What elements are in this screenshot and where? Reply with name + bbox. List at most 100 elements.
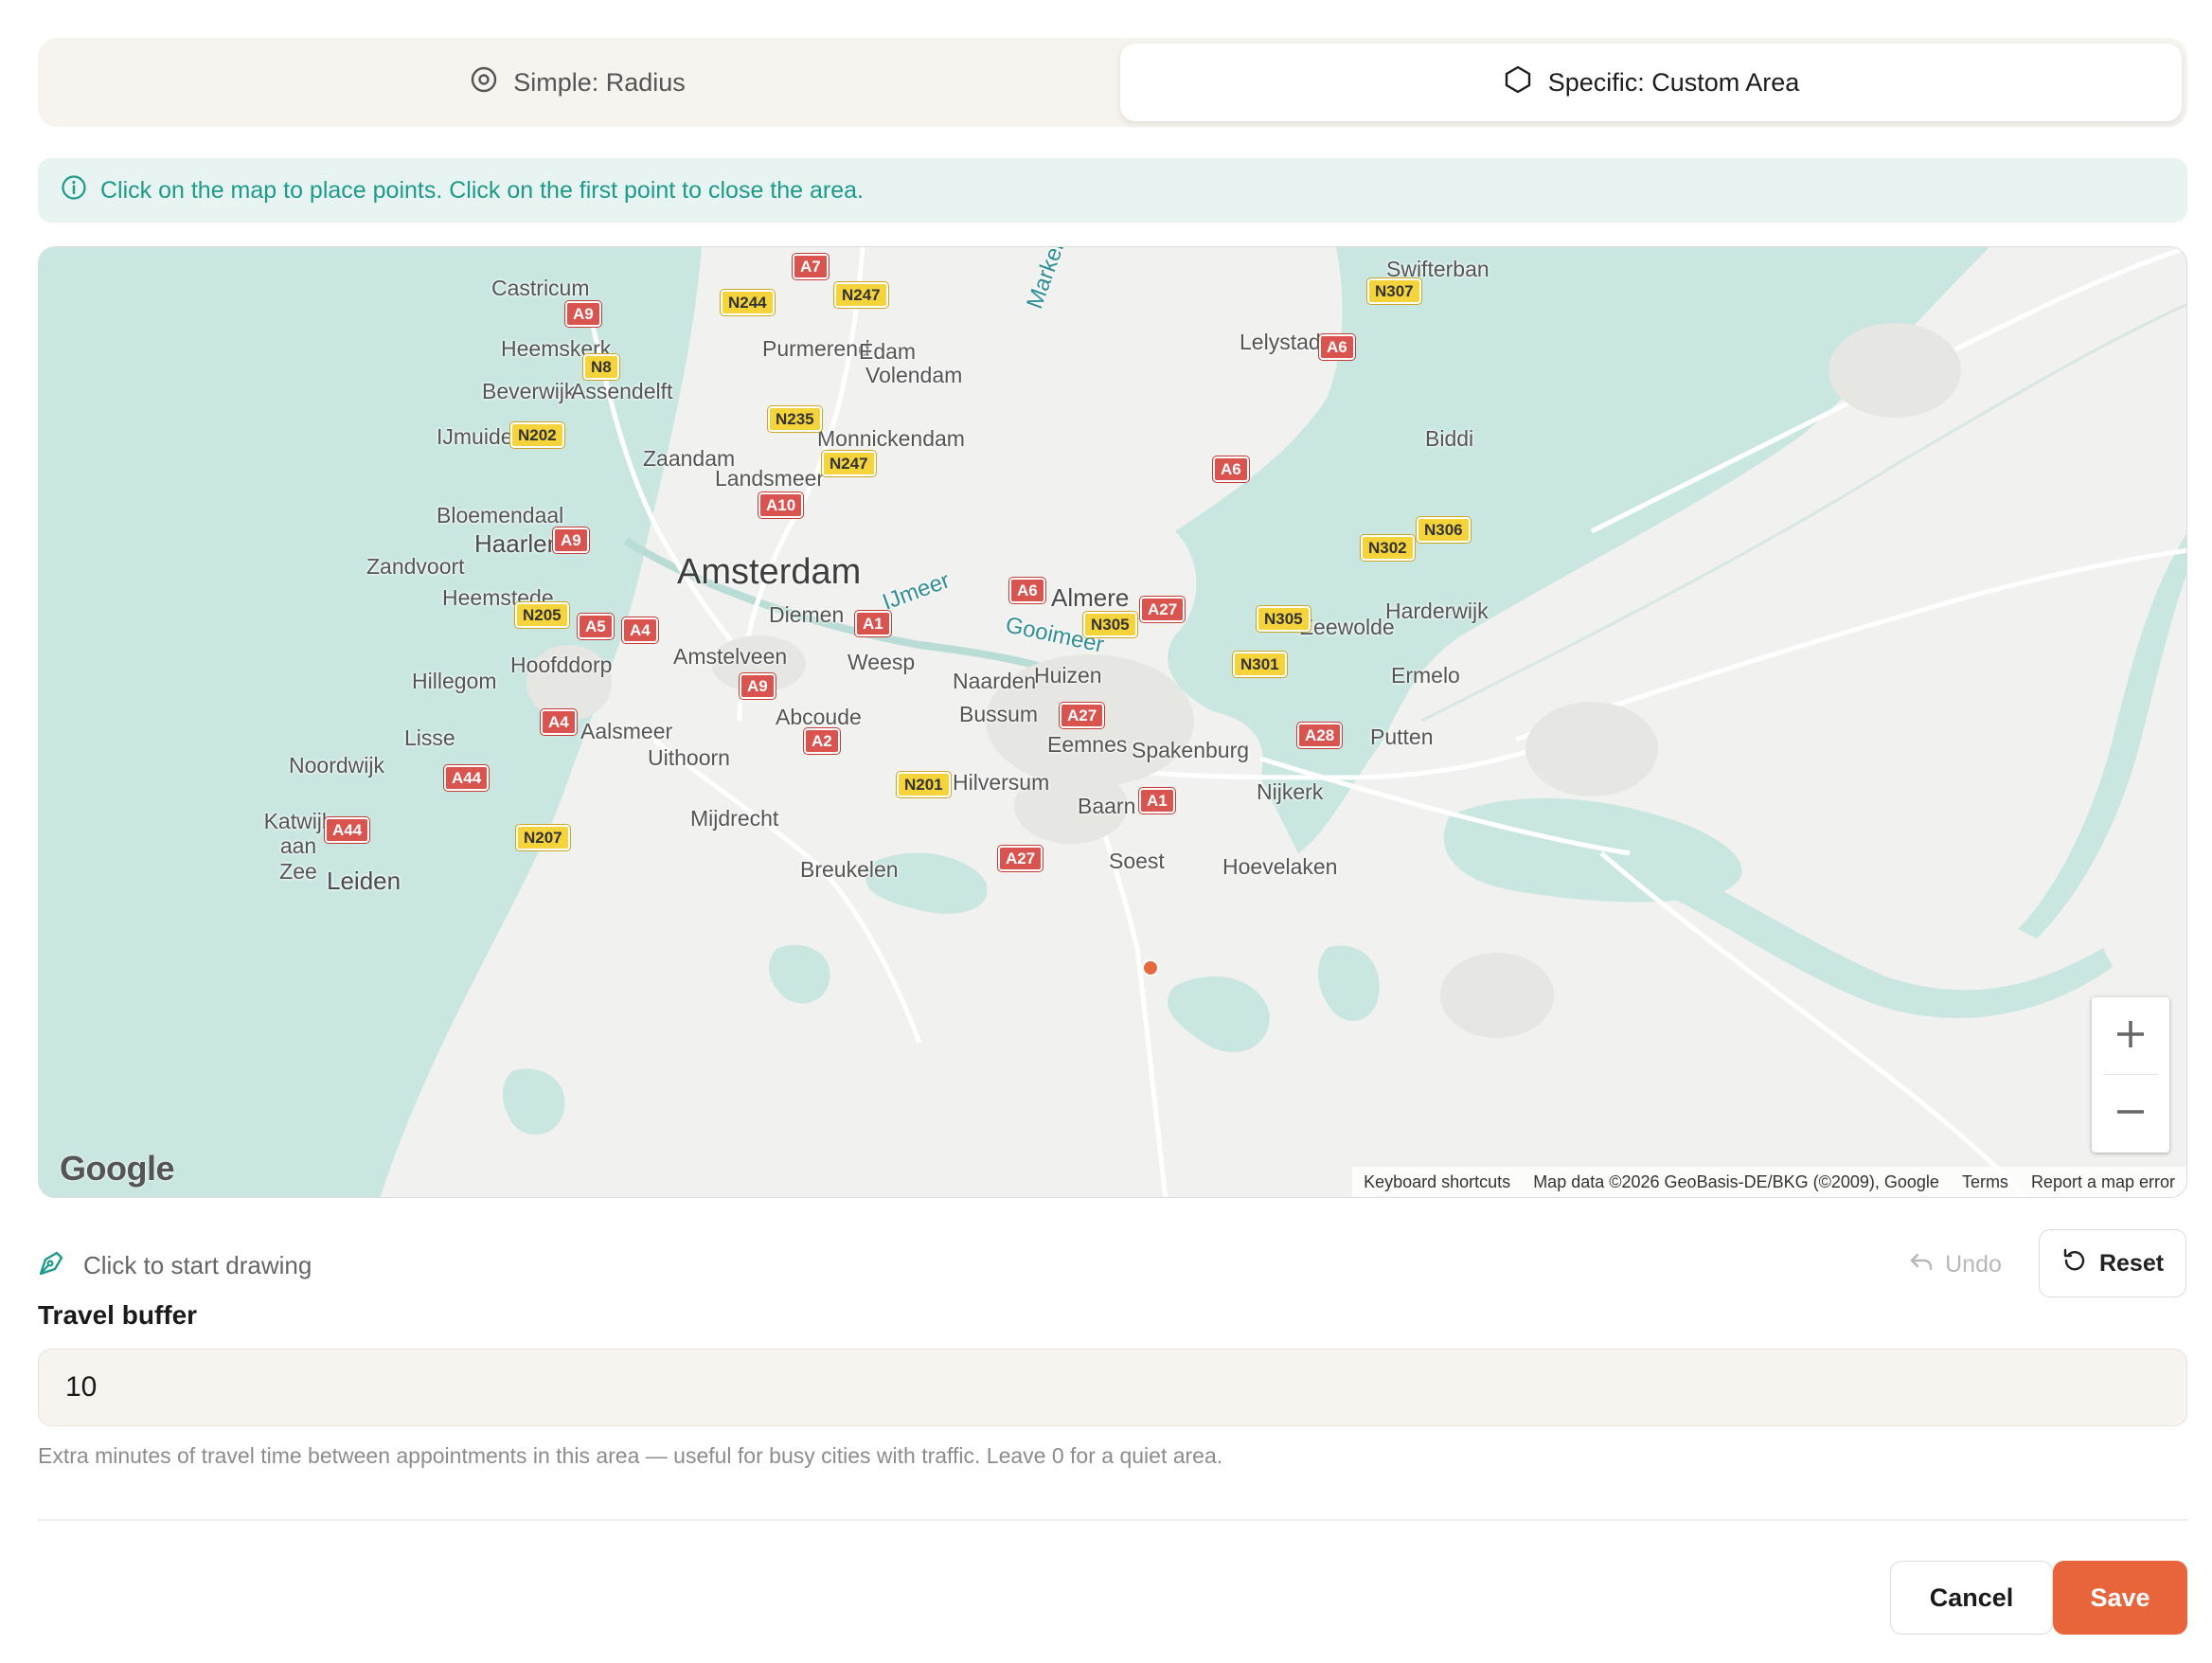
minus-icon (2114, 1095, 2148, 1134)
zoom-control (2092, 997, 2169, 1153)
road-shield: N8 (583, 354, 619, 380)
undo-icon (1909, 1249, 1934, 1280)
map-label-hillegom: Hillegom (412, 669, 497, 693)
drawing-hint: Click to start drawing (38, 1248, 312, 1283)
map-label-soest: Soest (1109, 849, 1165, 873)
map-label-naarden: Naarden (953, 669, 1037, 693)
reset-icon (2061, 1247, 2088, 1280)
road-shield: N301 (1233, 652, 1287, 677)
map-label-harderwijk: Harderwijk (1385, 599, 1489, 623)
map-label-edam: Edam (859, 339, 917, 364)
map-label-amstelveen: Amstelveen (673, 644, 788, 669)
map-label-ermelo: Ermelo (1391, 663, 1460, 688)
location-pin (1142, 959, 1159, 976)
map-label-putten: Putten (1370, 724, 1434, 749)
road-shield: A9 (565, 301, 601, 327)
report-map-error-link[interactable]: Report a map error (2020, 1172, 2186, 1192)
map-label-lelystad: Lelystad (1240, 330, 1321, 354)
map-label-noordwijk: Noordwijk (289, 753, 384, 778)
map-label-spakenburg: Spakenburg (1132, 738, 1250, 762)
keyboard-shortcuts-link[interactable]: Keyboard shortcuts (1352, 1172, 1522, 1192)
map-label-hoevelaken: Hoevelaken (1222, 854, 1338, 879)
road-shield: A9 (553, 528, 589, 553)
pen-tool-icon (38, 1248, 66, 1283)
tab-simple-radius[interactable]: Simple: Radius (44, 44, 1112, 121)
map-label-huizen: Huizen (1034, 663, 1102, 688)
zoom-in-button[interactable] (2092, 997, 2169, 1075)
map-label-uithoorn: Uithoorn (648, 745, 730, 770)
map-label-aalsmeer: Aalsmeer (580, 719, 673, 743)
road-shield: A4 (541, 709, 577, 735)
map-label-weesp: Weesp (847, 650, 916, 674)
map-label-biddi: Biddi (1425, 426, 1474, 451)
reset-button[interactable]: Reset (2039, 1229, 2186, 1297)
map-label-hoofddorp: Hoofddorp (510, 653, 613, 677)
road-shield: A6 (1213, 456, 1249, 482)
road-shield: A2 (804, 728, 840, 754)
map-base-layer (39, 247, 2186, 1197)
road-shield: N205 (515, 602, 569, 628)
road-shield: A6 (1319, 334, 1355, 360)
map-label-breukelen: Breukelen (800, 857, 899, 882)
travel-buffer-input[interactable] (38, 1349, 2187, 1426)
tab-label: Simple: Radius (513, 67, 686, 97)
road-shield: A6 (1009, 578, 1045, 603)
map-label-zandvoort: Zandvoort (366, 554, 465, 579)
road-shield: A27 (1140, 597, 1186, 622)
road-shield: A9 (740, 673, 776, 699)
drawing-hint-text: Click to start drawing (83, 1251, 312, 1279)
tab-label: Specific: Custom Area (1547, 67, 1800, 97)
area-mode-switch: Simple: Radius Specific: Custom Area (38, 38, 2187, 127)
map-label-mijdrecht: Mijdrecht (690, 806, 779, 831)
road-shield: N202 (510, 422, 564, 448)
map-label-lisse: Lisse (404, 725, 455, 750)
reset-label: Reset (2098, 1249, 2165, 1277)
road-shield: N201 (897, 772, 951, 797)
road-shield: N305 (1083, 612, 1137, 637)
map-label-leiden: Leiden (327, 867, 401, 895)
map-label-eemnes: Eemnes (1047, 732, 1128, 757)
map-label-bussum: Bussum (959, 702, 1039, 726)
map-label-bloemendaal: Bloemendaal (437, 503, 564, 528)
map-label-nijkerk: Nijkerk (1257, 779, 1324, 804)
road-shield: N244 (721, 290, 775, 315)
map-data-attribution: Map data ©2026 GeoBasis-DE/BKG (©2009), … (1533, 1171, 1939, 1191)
road-shield: A27 (998, 846, 1044, 871)
cancel-button[interactable]: Cancel (1890, 1561, 2053, 1635)
map-label-baarn: Baarn (1078, 794, 1136, 818)
road-shield: A44 (325, 817, 370, 843)
road-shield: A27 (1060, 703, 1105, 728)
road-shield: A4 (622, 617, 658, 643)
terms-link[interactable]: Terms (1951, 1172, 2020, 1192)
travel-buffer-help: Extra minutes of travel time between app… (38, 1443, 1223, 1468)
undo-button[interactable]: Undo (1894, 1236, 2017, 1293)
road-shield: A1 (855, 611, 891, 636)
road-shield: A5 (578, 614, 614, 639)
road-shield: N247 (822, 451, 876, 476)
map-label-abcoude: Abcoude (776, 705, 862, 729)
info-icon (61, 174, 87, 207)
road-shield: A28 (1297, 723, 1343, 748)
map-label-beverwijk: Beverwijk (482, 379, 576, 403)
save-button[interactable]: Save (2053, 1561, 2187, 1635)
road-shield: N302 (1361, 535, 1415, 561)
map-attribution-bar: Keyboard shortcuts Map data ©2026 GeoBas… (1352, 1167, 2186, 1197)
travel-buffer-label: Travel buffer (38, 1300, 198, 1330)
tab-custom-area[interactable]: Specific: Custom Area (1120, 44, 2182, 121)
map-label-swifterban: Swifterban (1386, 257, 1490, 281)
road-shield: A10 (758, 492, 804, 518)
radius-target-icon (470, 65, 498, 100)
plus-icon (2114, 1017, 2148, 1056)
map-label-purmerend: Purmerend (762, 336, 870, 361)
map-label-hilversum: Hilversum (953, 770, 1050, 795)
map-label-almere: Almere (1051, 583, 1130, 612)
map-label-monnickendam: Monnickendam (817, 426, 965, 451)
google-logo: Google (60, 1149, 175, 1188)
road-shield: N207 (516, 825, 570, 850)
road-shield: A1 (1139, 788, 1175, 814)
map-label-castricum: Castricum (491, 276, 590, 300)
road-shield: N306 (1417, 517, 1471, 543)
road-shield: N305 (1257, 606, 1311, 632)
map-canvas[interactable]: Castricum Heemskerk Beverwijk Assendelft… (38, 246, 2187, 1198)
zoom-out-button[interactable] (2092, 1075, 2169, 1153)
